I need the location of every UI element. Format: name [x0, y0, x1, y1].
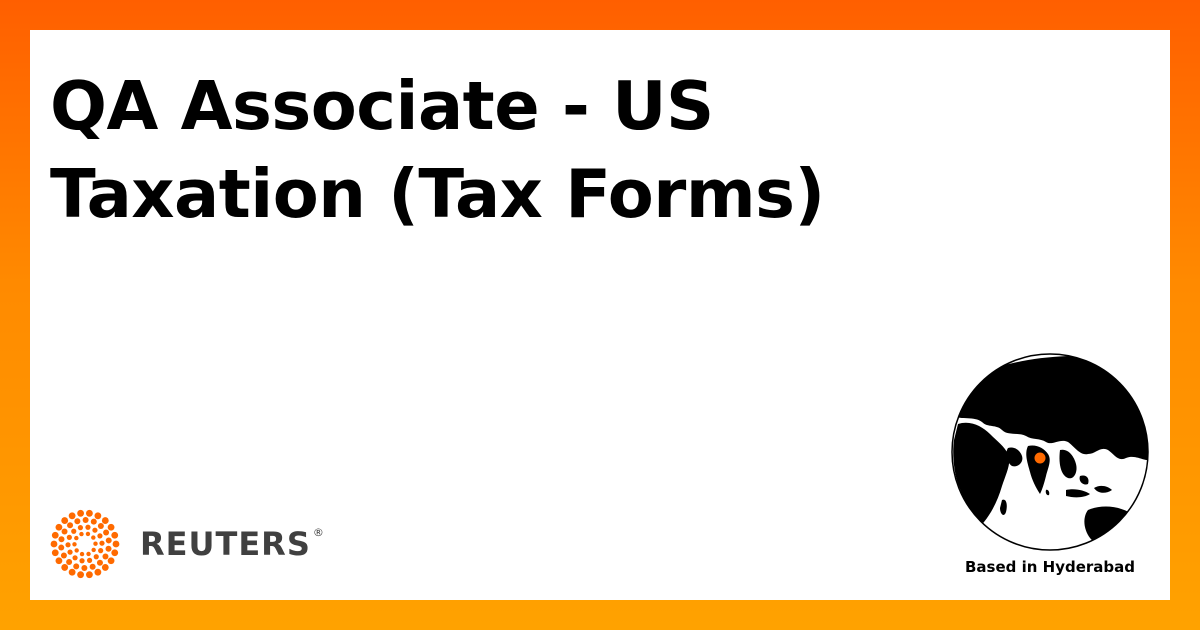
logo-dot: [68, 512, 76, 520]
logo-dot: [93, 541, 98, 546]
logo-dot: [79, 551, 85, 557]
globe-icon: [948, 350, 1152, 554]
logo-dot: [67, 522, 74, 529]
reuters-logo[interactable]: REUTERS ®: [50, 508, 350, 580]
registered-mark: ®: [312, 525, 324, 539]
logo-dot: [94, 512, 102, 520]
logo-dot: [81, 564, 88, 571]
logo-dot: [86, 551, 91, 557]
logo-dot: [111, 549, 119, 557]
logo-dot: [77, 509, 84, 517]
logo-dot: [97, 533, 103, 539]
logo-dot: [96, 559, 103, 566]
logo-dot: [107, 523, 115, 531]
reuters-dot-ring-icon: [50, 509, 120, 579]
logo-dot: [98, 548, 104, 554]
logo-dot: [86, 571, 93, 579]
job-title: QA Associate - US Taxation (Tax Forms): [50, 67, 825, 233]
logo-dot: [68, 568, 76, 576]
logo-dot: [58, 544, 65, 551]
logo-dot: [105, 545, 112, 552]
location-label: Based in Hyderabad: [964, 558, 1136, 576]
logo-dot: [60, 552, 67, 559]
logo-dot: [61, 564, 69, 571]
logo-dot: [72, 542, 77, 547]
logo-dot: [101, 517, 109, 524]
logo-dot: [58, 536, 65, 543]
logo-dot: [92, 527, 98, 533]
share-card: QA Associate - US Taxation (Tax Forms) R…: [30, 30, 1170, 600]
logo-dot: [85, 524, 91, 530]
logo-dot: [79, 531, 84, 537]
logo-dot: [51, 549, 59, 557]
logo-dot: [74, 518, 81, 525]
logo-dot: [85, 531, 91, 537]
brand-name: REUTERS: [140, 525, 311, 563]
logo-dot: [55, 557, 63, 565]
logo-dot: [89, 563, 96, 570]
logo-dot: [72, 555, 78, 561]
logo-dot: [66, 558, 73, 565]
logo-dot: [73, 563, 80, 570]
logo-dot: [71, 528, 77, 534]
logo-dot: [101, 564, 109, 571]
logo-dot: [94, 568, 102, 576]
logo-dot: [51, 531, 59, 539]
logo-dot: [66, 534, 72, 540]
logo-dot: [111, 531, 119, 539]
logo-dot: [103, 529, 110, 536]
logo-dot: [86, 557, 93, 563]
logo-dot: [86, 509, 93, 517]
logo-dot: [91, 547, 96, 553]
logo-dot: [77, 525, 84, 531]
logo-dot: [50, 540, 58, 548]
logo-dot: [61, 528, 68, 535]
logo-dot: [112, 540, 120, 548]
location-marker-icon: [1034, 452, 1046, 464]
logo-dot: [82, 517, 89, 524]
logo-dot: [107, 557, 115, 565]
logo-dot: [91, 535, 96, 540]
logo-dot: [102, 553, 109, 560]
logo-dot: [90, 518, 97, 525]
logo-dot: [61, 517, 69, 524]
logo-dot: [93, 554, 99, 560]
share-card-frame: QA Associate - US Taxation (Tax Forms) R…: [0, 0, 1200, 630]
logo-dot: [105, 537, 112, 544]
logo-dot: [97, 523, 104, 530]
logo-dot: [79, 558, 85, 564]
logo-dot: [74, 535, 79, 541]
logo-dot: [67, 549, 73, 555]
logo-dot: [77, 571, 84, 579]
logo-dot: [65, 542, 71, 548]
logo-dot: [74, 548, 79, 553]
logo-dot: [55, 523, 63, 531]
logo-dot: [99, 540, 105, 546]
